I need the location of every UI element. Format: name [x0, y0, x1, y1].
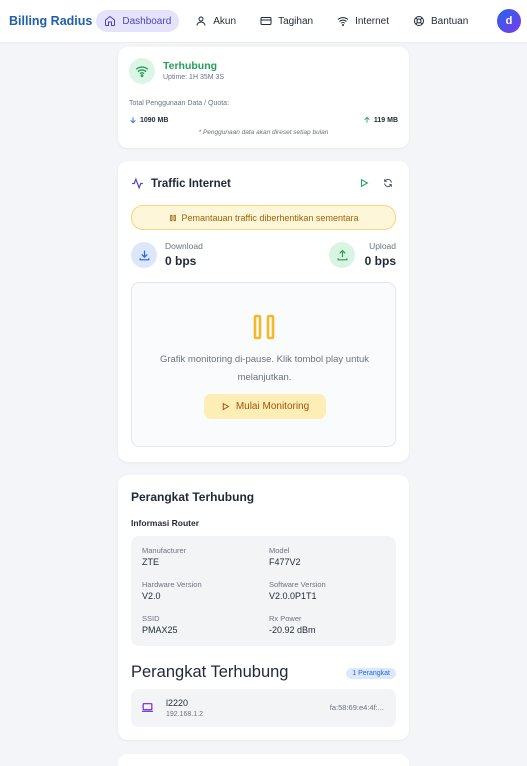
play-outline-icon — [222, 402, 230, 411]
nav-internet-label: Internet — [355, 15, 390, 27]
device-ip: 192.168.1.2 — [166, 711, 203, 718]
nav-akun-label: Akun — [213, 15, 237, 27]
router-software-value: V2.0.0P1T1 — [269, 591, 317, 601]
router-rx-label: Rx Power — [269, 614, 302, 623]
play-icon[interactable] — [359, 178, 369, 188]
router-info-label: Informasi Router — [131, 518, 200, 528]
traffic-title-label: Traffic Internet — [151, 177, 231, 190]
router-software-label: Software Version — [269, 580, 326, 589]
top-navbar: Billing Radius Dashboard Akun Tagihan In… — [0, 0, 527, 42]
traffic-card: Traffic Internet Pemantauan traffic dibe… — [118, 161, 409, 462]
paused-message: Grafik monitoring di-pause. Klik tombol … — [159, 354, 370, 383]
upload-value: 0 bps — [364, 254, 396, 268]
usage-upload-value: 119 MB — [373, 116, 398, 124]
router-model-value: F477V2 — [269, 557, 301, 567]
usage-upload: 119 MB — [363, 116, 398, 124]
connection-wifi-icon — [129, 58, 155, 84]
router-ssid-value: PMAX25 — [142, 625, 178, 635]
router-hardware-label: Hardware Version — [142, 580, 202, 589]
router-hardware: Hardware Version V2.0 — [142, 580, 262, 601]
refresh-icon[interactable] — [383, 178, 393, 188]
device-mac: fa:58:69:e4:4f:... — [329, 703, 384, 712]
devices-card: Perangkat Terhubung Informasi Router Man… — [118, 475, 409, 740]
router-rx-power: Rx Power -20.92 dBm — [269, 614, 389, 635]
usage-reset-note: * Penggunaan data akan direset setiap bu… — [198, 129, 329, 136]
activity-icon — [132, 177, 143, 190]
next-card — [118, 754, 409, 766]
device-name: l2220 — [166, 698, 189, 708]
home-icon — [105, 15, 116, 26]
nav-bantuan-label: Bantuan — [431, 15, 469, 27]
router-model-label: Model — [269, 546, 290, 555]
usage-label: Total Penggunaan Data / Quota: — [129, 100, 230, 107]
nav-akun[interactable]: Akun — [187, 10, 244, 32]
router-ssid: SSID PMAX25 — [142, 614, 262, 635]
traffic-chart-placeholder: Grafik monitoring di-pause. Klik tombol … — [131, 282, 396, 447]
nav-bantuan[interactable]: Bantuan — [405, 10, 476, 32]
nav-tagihan[interactable]: Tagihan — [252, 10, 321, 32]
router-manufacturer-label: Manufacturer — [142, 546, 187, 555]
lifebuoy-icon — [414, 16, 425, 26]
traffic-title: Traffic Internet — [131, 177, 231, 190]
laptop-icon — [142, 703, 153, 712]
router-software: Software Version V2.0.0P1T1 — [269, 580, 389, 601]
wifi-icon — [337, 17, 349, 26]
usage-download-value: 1090 MB — [140, 116, 169, 124]
router-manufacturer-value: ZTE — [142, 557, 159, 567]
download-label: Download — [165, 241, 203, 251]
arrow-down-icon — [130, 117, 136, 124]
connected-devices-title: Perangkat Terhubung — [131, 663, 289, 681]
card-icon — [260, 17, 272, 25]
user-avatar[interactable]: d — [497, 9, 521, 33]
router-model: Model F477V2 — [269, 546, 389, 567]
user-icon — [196, 16, 206, 26]
router-info-box: Manufacturer ZTE Model F477V2 Hardware V… — [131, 536, 396, 646]
traffic-actions — [359, 178, 393, 188]
pause-small-icon — [169, 214, 176, 221]
router-ssid-label: SSID — [142, 614, 160, 623]
main-nav: Dashboard Akun Tagihan Internet Bantuan — [96, 10, 497, 32]
upload-label: Upload — [369, 241, 396, 251]
paused-banner-text: Pemantauan traffic diberhentikan sementa… — [181, 212, 359, 223]
download-icon — [131, 242, 157, 268]
nav-dashboard-label: Dashboard — [122, 15, 172, 27]
download-value: 0 bps — [165, 254, 197, 268]
paused-banner: Pemantauan traffic diberhentikan sementa… — [131, 205, 396, 230]
router-rx-value: -20.92 dBm — [269, 625, 316, 635]
nav-dashboard[interactable]: Dashboard — [96, 10, 180, 32]
list-item[interactable]: l2220 192.168.1.2 fa:58:69:e4:4f:... — [131, 689, 396, 727]
pause-icon — [253, 314, 275, 340]
connection-status: Terhubung — [163, 60, 218, 72]
router-manufacturer: Manufacturer ZTE — [142, 546, 262, 567]
start-monitoring-label: Mulai Monitoring — [235, 401, 310, 412]
arrow-up-icon — [364, 116, 370, 123]
connection-uptime: Uptime: 1H 35M 3S — [163, 74, 225, 81]
devices-title: Perangkat Terhubung — [131, 490, 255, 504]
nav-internet[interactable]: Internet — [329, 10, 397, 32]
brand-logo[interactable]: Billing Radius — [9, 14, 92, 28]
upload-icon — [329, 242, 355, 268]
start-monitoring-button[interactable]: Mulai Monitoring — [204, 394, 326, 419]
router-hardware-value: V2.0 — [142, 591, 161, 601]
connection-card: Terhubung Uptime: 1H 35M 3S Total Penggu… — [118, 47, 409, 148]
device-count-badge: 1 Perangkat — [346, 668, 396, 679]
nav-tagihan-label: Tagihan — [278, 15, 314, 27]
usage-download: 1090 MB — [129, 116, 168, 124]
